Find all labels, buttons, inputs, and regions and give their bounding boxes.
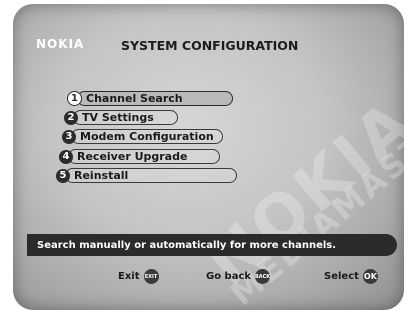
help-text: Search manually or automatically for mor… <box>37 239 337 251</box>
menu-number-4: 4 <box>59 149 73 164</box>
menu-label-reinstall: Reinstall <box>65 168 237 183</box>
menu-number-1: 1 <box>67 91 82 106</box>
menu-item-tv-settings[interactable]: 2 TV Settings <box>64 110 178 125</box>
exit-label: Exit <box>118 271 140 282</box>
menu-label-tv-settings: TV Settings <box>73 110 178 125</box>
exit-key-icon: EXIT <box>143 269 159 284</box>
select-button[interactable]: Select OK <box>324 269 378 284</box>
menu-item-receiver-upgrade[interactable]: 4 Receiver Upgrade <box>59 149 220 164</box>
menu-number-3: 3 <box>62 129 76 144</box>
select-label: Select <box>324 271 359 282</box>
back-key-icon: BACK <box>255 269 270 284</box>
brand-logo: NOKIA <box>36 37 85 51</box>
menu-item-reinstall[interactable]: 5 Reinstall <box>56 168 237 183</box>
menu-label-modem-configuration: Modem Configuration <box>71 129 223 144</box>
exit-button[interactable]: Exit EXIT <box>118 269 159 284</box>
menu-label-channel-search: Channel Search <box>77 91 233 106</box>
ok-key-icon: OK <box>362 269 378 284</box>
go-back-button[interactable]: Go back BACK <box>206 269 270 284</box>
menu-number-5: 5 <box>56 168 70 183</box>
menu-label-receiver-upgrade: Receiver Upgrade <box>68 149 220 164</box>
menu-item-modem-configuration[interactable]: 3 Modem Configuration <box>62 129 223 144</box>
tv-screen: NOKIA MEDIAMASTER NOKIA SYSTEM CONFIGURA… <box>13 4 404 310</box>
menu-item-channel-search[interactable]: 1 Channel Search <box>67 91 233 106</box>
go-back-label: Go back <box>206 271 252 282</box>
page-title: SYSTEM CONFIGURATION <box>121 38 299 53</box>
help-bar: Search manually or automatically for mor… <box>27 234 397 256</box>
menu-number-2: 2 <box>64 110 78 125</box>
